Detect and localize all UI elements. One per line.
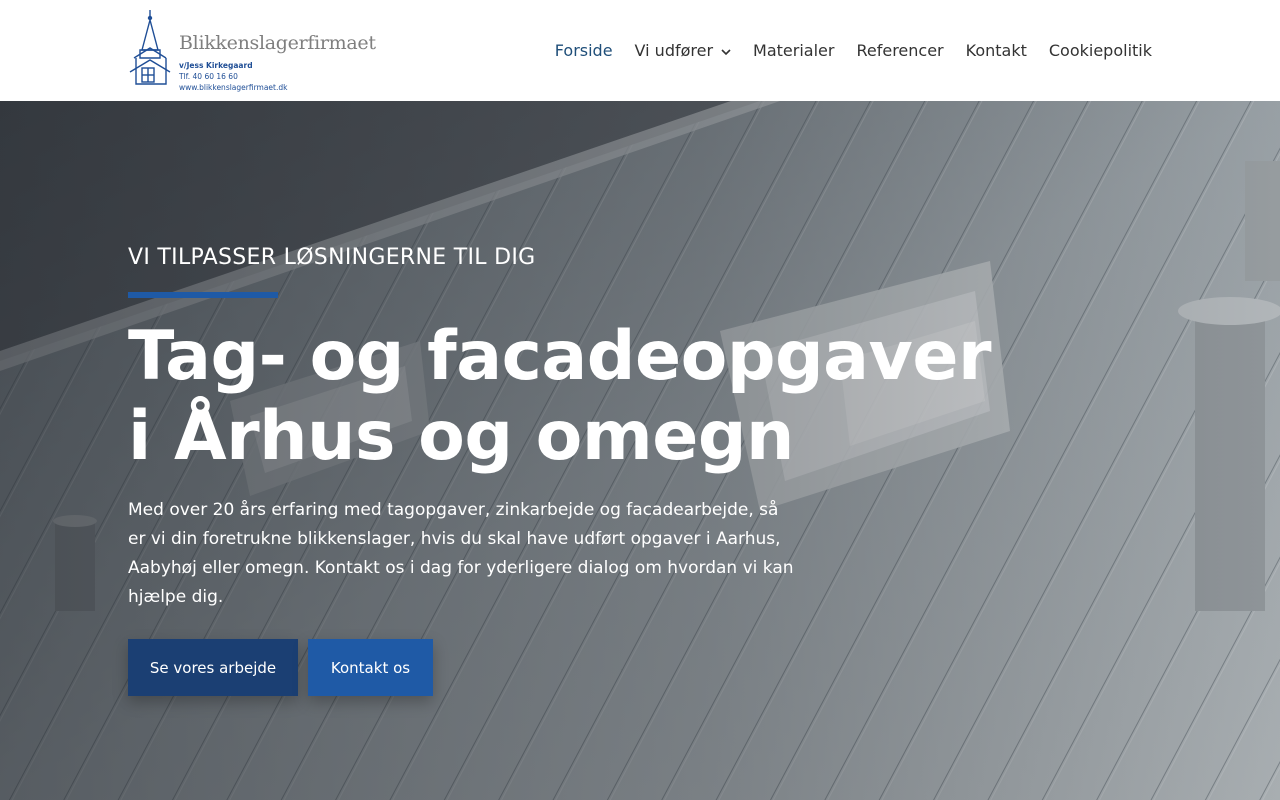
main-navigation: Forside Vi udfører Materialer Referencer… <box>555 38 1152 62</box>
logo-owner: v/Jess Kirkegaard <box>179 61 253 70</box>
nav-item-vi-udforer[interactable]: Vi udfører <box>635 41 732 60</box>
nav-item-referencer[interactable]: Referencer <box>856 41 943 60</box>
hero-accent-bar <box>128 292 278 298</box>
see-our-work-button-label: Se vores arbejde <box>149 658 277 677</box>
nav-item-label: Referencer <box>856 40 944 60</box>
hero-kicker: VI TILPASSER LØSNINGERNE TIL DIG <box>128 245 536 270</box>
nav-item-materialer[interactable]: Materialer <box>753 41 834 60</box>
nav-item-cookiepolitik[interactable]: Cookiepolitik <box>1049 41 1152 60</box>
see-our-work-button[interactable]: Se vores arbejde <box>128 639 298 696</box>
hero-lead-text: Med over 20 års erfaring med tagopgaver,… <box>128 500 794 607</box>
logo-phone: Tlf. 40 60 16 60 <box>179 72 238 81</box>
contact-us-button[interactable]: Kontakt os <box>308 639 433 696</box>
nav-item-label: Vi udfører <box>634 40 714 60</box>
hero-section: VI TILPASSER LØSNINGERNE TIL DIG Tag- og… <box>0 101 1280 800</box>
chevron-down-icon <box>721 41 731 60</box>
nav-item-label: Forside <box>554 40 613 60</box>
hero-headline: Tag- og facadeopgaver i Århus og omegn <box>128 317 1128 477</box>
contact-us-button-label: Kontakt os <box>330 658 411 677</box>
church-spire-house-icon <box>129 10 171 85</box>
logo-website: www.blikkenslagerfirmaet.dk <box>179 83 288 92</box>
nav-item-kontakt[interactable]: Kontakt <box>966 41 1027 60</box>
nav-item-forside[interactable]: Forside <box>555 41 613 60</box>
nav-item-label: Kontakt <box>965 40 1027 60</box>
hero-headline-line-2: i Århus og omegn <box>128 397 794 476</box>
logo-company-name: Blikkenslagerfirmaet <box>179 32 376 54</box>
nav-item-label: Materialer <box>753 40 835 60</box>
nav-item-label: Cookiepolitik <box>1048 40 1152 60</box>
site-header: Blikkenslagerfirmaet v/Jess Kirkegaard T… <box>0 0 1280 101</box>
site-logo[interactable]: Blikkenslagerfirmaet v/Jess Kirkegaard T… <box>128 10 376 94</box>
hero-headline-line-1: Tag- og facadeopgaver <box>128 317 992 396</box>
